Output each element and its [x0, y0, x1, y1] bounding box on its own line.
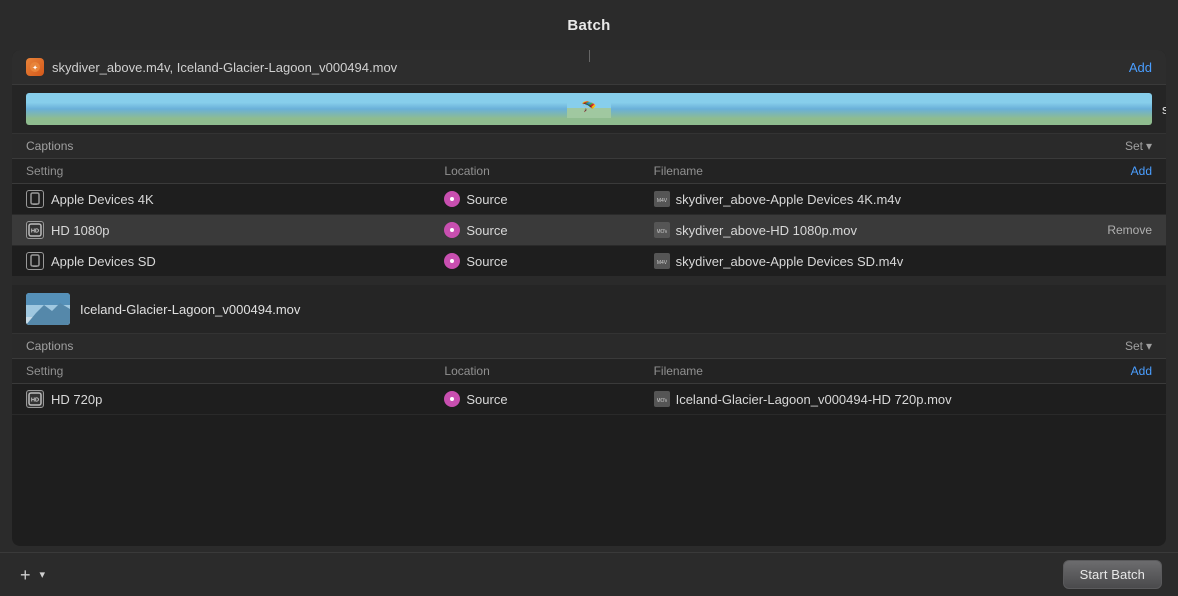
svg-text:M4V: M4V [657, 260, 667, 266]
svg-text:✦: ✦ [32, 64, 38, 72]
file1-row3-setting: Apple Devices SD [26, 252, 444, 270]
file1-col-location: Location [444, 164, 653, 178]
file1-row2-location-icon [444, 222, 460, 238]
svg-text:HD: HD [31, 229, 39, 235]
file2-row1-location-icon [444, 391, 460, 407]
svg-text:MOV: MOV [657, 398, 667, 404]
file1-row1-location-icon [444, 191, 460, 207]
svg-text:MOV: MOV [657, 229, 667, 235]
file1-col-headers: Setting Location Filename Add [12, 159, 1166, 184]
file1-row2-filename: MOV skydiver_above-HD 1080p.mov [654, 222, 1072, 238]
group1-title: skydiver_above.m4v, Iceland-Glacier-Lago… [52, 60, 397, 75]
file2-col-filename: Filename [654, 364, 1072, 378]
content-scroll[interactable]: ✦ skydiver_above.m4v, Iceland-Glacier-La… [12, 50, 1166, 546]
file1-row3-setting-icon [26, 252, 44, 270]
group1-header-left: ✦ skydiver_above.m4v, Iceland-Glacier-La… [26, 58, 397, 76]
file2-col-location: Location [444, 364, 653, 378]
svg-text:HD: HD [31, 398, 39, 404]
file1-captions-bar: Captions Set ▾ [12, 134, 1166, 159]
file1-row1-setting-icon [26, 190, 44, 208]
window-title: Batch [567, 17, 610, 34]
file2-row1-setting: HD HD 720p [26, 390, 444, 408]
file1-captions-label: Captions [26, 139, 73, 153]
file1-row3-filename: M4V skydiver_above-Apple Devices SD.m4v [654, 253, 1072, 269]
file1-col-setting: Setting [26, 164, 444, 178]
file1-row2-location: Source [444, 222, 653, 238]
file2-captions-bar: Captions Set ▾ [12, 334, 1166, 359]
file1-row3-location: Source [444, 253, 653, 269]
file1-col-filename: Filename [654, 164, 1072, 178]
file1-row1-setting: Apple Devices 4K [26, 190, 444, 208]
group-spacer [12, 277, 1166, 285]
file1-row1-filename: M4V skydiver_above-Apple Devices 4K.m4v [654, 191, 1072, 207]
add-chevron-icon[interactable]: ▾ [37, 566, 49, 583]
bottom-toolbar: + ▾ Start Batch [0, 552, 1178, 596]
file1-thumbnail: 🪂 [26, 93, 1152, 125]
file1-row3-file-icon: M4V [654, 253, 670, 269]
file2-thumbnail [26, 293, 70, 325]
file1-set-dropdown[interactable]: Set ▾ [1125, 139, 1152, 153]
file2-row-1[interactable]: HD HD 720p Source MOV Iceland-Glacier-La… [12, 384, 1166, 415]
file1-row-2[interactable]: HD HD 1080p Source MOV skydiver_above-HD… [12, 215, 1166, 246]
file2-captions-label: Captions [26, 339, 73, 353]
file1-name: skydiver_above.m4v [1162, 102, 1166, 117]
file2-item: Iceland-Glacier-Lagoon_v000494.mov [12, 285, 1166, 334]
file2-set-dropdown[interactable]: Set ▾ [1125, 339, 1152, 353]
title-bar: Batch [0, 0, 1178, 50]
add-button[interactable]: + [16, 564, 35, 586]
file2-col-setting: Setting [26, 364, 444, 378]
file1-row3-location-icon [444, 253, 460, 269]
file1-item: 🪂 skydiver_above.m4v [12, 85, 1166, 134]
file2-row1-filename: MOV Iceland-Glacier-Lagoon_v000494-HD 72… [654, 391, 1072, 407]
file2-row1-setting-icon: HD [26, 390, 44, 408]
file2-col-add[interactable]: Add [1072, 364, 1152, 378]
file1-row-1[interactable]: Apple Devices 4K Source M4V skydiver_abo… [12, 184, 1166, 215]
file2-row1-location: Source [444, 391, 653, 407]
file1-row2-setting: HD HD 1080p [26, 221, 444, 239]
file1-col-add[interactable]: Add [1072, 164, 1152, 178]
group1-add-button[interactable]: Add [1129, 60, 1152, 75]
file1-row2-file-icon: MOV [654, 222, 670, 238]
file1-row2-setting-icon: HD [26, 221, 44, 239]
svg-text:M4V: M4V [657, 198, 667, 204]
file2-col-headers: Setting Location Filename Add [12, 359, 1166, 384]
svg-text:🪂: 🪂 [582, 100, 597, 114]
add-button-group: + ▾ [16, 564, 48, 586]
file2-name: Iceland-Glacier-Lagoon_v000494.mov [80, 302, 300, 317]
start-batch-button[interactable]: Start Batch [1063, 560, 1162, 589]
file1-row1-file-icon: M4V [654, 191, 670, 207]
file1-row1-location: Source [444, 191, 653, 207]
group1-icon: ✦ [26, 58, 44, 76]
file1-row2-remove-button[interactable]: Remove [1072, 223, 1152, 237]
file2-row1-file-icon: MOV [654, 391, 670, 407]
file1-row-3[interactable]: Apple Devices SD Source M4V skydiver_abo… [12, 246, 1166, 277]
